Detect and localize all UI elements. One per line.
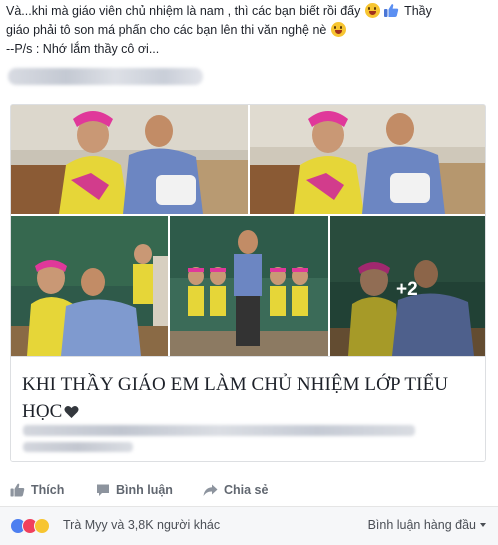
post-line-3: --P/s : Nhớ lắm thầy cô ơi...	[6, 42, 160, 56]
share-button[interactable]: Chia sẻ	[203, 476, 268, 504]
shared-link-card[interactable]: +2 KHI THẦY GIÁO EM LÀM CHỦ NHIỆM LỚP TI…	[10, 104, 486, 462]
blurred-tag	[8, 68, 203, 85]
reactions-summary[interactable]: Trà Myy và 3,8K người khác	[63, 518, 220, 532]
comment-button[interactable]: Bình luận	[96, 476, 173, 504]
post-line-1-text: Và...khi mà giáo viên chủ nhiệm là nam ,…	[6, 4, 361, 18]
post-line-1: Và...khi mà giáo viên chủ nhiệm là nam ,…	[6, 2, 494, 21]
link-title-text[interactable]: KHI THẦY GIÁO EM LÀM CHỦ NHIỆM LỚP TIỂU …	[22, 374, 448, 422]
reactions-bar: Trà Myy và 3,8K người khác Bình luận hàn…	[0, 507, 498, 545]
post-actions: Thích Bình luận Chia sẻ	[10, 476, 486, 504]
comment-label[interactable]: Bình luận	[116, 483, 173, 497]
share-icon	[203, 484, 218, 496]
blurred-domain	[23, 442, 133, 452]
like-label[interactable]: Thích	[31, 483, 64, 497]
comment-sort-dropdown[interactable]: Bình luận hàng đầu	[368, 518, 486, 532]
like-icon	[10, 483, 25, 497]
post-line-1-end: Thầy	[404, 4, 432, 18]
haha-emoji-icon	[330, 22, 346, 37]
heart-icon	[64, 405, 79, 418]
comment-icon	[97, 484, 109, 496]
haha-emoji-icon	[364, 3, 380, 18]
share-label[interactable]: Chia sẻ	[224, 483, 268, 497]
gallery-photo-5[interactable]: +2	[330, 216, 485, 356]
gallery-photo-3[interactable]	[11, 216, 168, 356]
caret-down-icon[interactable]	[480, 523, 486, 527]
gallery-photo-1[interactable]	[11, 105, 248, 214]
link-preview[interactable]: KHI THẦY GIÁO EM LÀM CHỦ NHIỆM LỚP TIỂU …	[11, 356, 485, 461]
gallery-photo-2[interactable]	[250, 105, 485, 214]
haha-reaction-icon[interactable]	[34, 518, 50, 534]
post-line-2: giáo phải tô son má phấn cho các bạn lên…	[6, 21, 494, 40]
blurred-description	[23, 425, 415, 436]
more-photos-count[interactable]: +2	[396, 279, 418, 301]
comment-sort-label[interactable]: Bình luận hàng đầu	[368, 518, 476, 532]
thumbs-up-icon	[383, 4, 399, 17]
like-button[interactable]: Thích	[10, 476, 64, 504]
post-message: Và...khi mà giáo viên chủ nhiệm là nam ,…	[6, 2, 494, 59]
post-line-2-text: giáo phải tô son má phấn cho các bạn lên…	[6, 23, 327, 37]
gallery-photo-4[interactable]	[170, 216, 328, 356]
link-title[interactable]: KHI THẦY GIÁO EM LÀM CHỦ NHIỆM LỚP TIỂU …	[22, 371, 462, 425]
